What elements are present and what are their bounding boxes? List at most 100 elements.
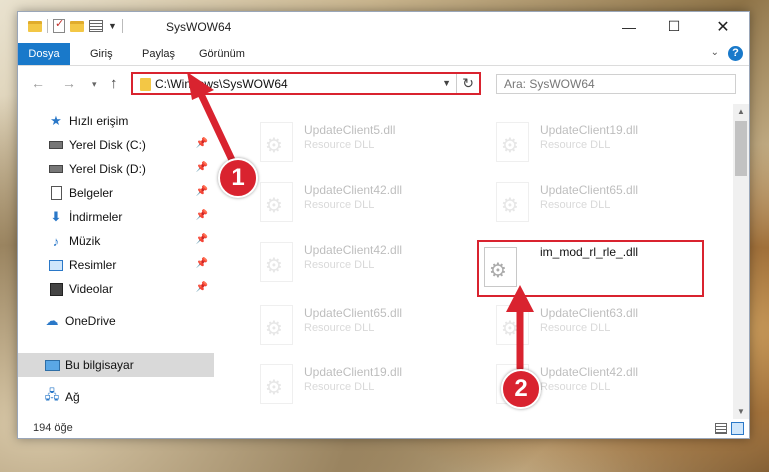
minimize-button[interactable]: —	[609, 12, 649, 41]
dll-file-icon	[260, 182, 293, 222]
search-placeholder: Ara: SysWOW64	[504, 77, 595, 91]
dll-file-icon	[496, 122, 529, 162]
view-icon[interactable]	[89, 20, 103, 32]
sidebar-item-videos[interactable]: Videolar 📌	[48, 277, 214, 301]
tab-file[interactable]: Dosya	[18, 43, 70, 65]
file-name: UpdateClient42.dll	[304, 243, 403, 257]
file-item[interactable]: UpdateClient42.dll Resource DLL	[256, 236, 476, 288]
file-name: UpdateClient19.dll	[304, 365, 403, 379]
address-bar[interactable]: C:\Windows\SysWOW64 ▼ ↻	[131, 72, 481, 95]
pin-icon[interactable]: 📌	[196, 234, 208, 245]
file-type: Resource DLL	[540, 322, 611, 334]
customize-toolbar-chevron-icon[interactable]: ▼	[108, 21, 117, 31]
pin-icon[interactable]: 📌	[196, 210, 208, 221]
pin-icon[interactable]: 📌	[196, 282, 208, 293]
large-icons-view-icon[interactable]	[731, 422, 744, 435]
file-item[interactable]: UpdateClient19.dll Resource DLL	[256, 358, 476, 410]
scrollbar-thumb[interactable]	[735, 121, 747, 176]
tab-home[interactable]: Giriş	[90, 43, 113, 65]
dll-file-icon	[260, 242, 293, 282]
file-type: Resource DLL	[540, 381, 611, 393]
star-icon: ★	[50, 113, 62, 128]
pin-icon[interactable]: 📌	[196, 162, 208, 173]
pin-icon[interactable]: 📌	[196, 258, 208, 269]
sidebar-item-label: Ağ	[65, 390, 80, 404]
status-bar: 194 öğe	[18, 419, 749, 439]
sidebar-item-label: Yerel Disk (D:)	[69, 162, 146, 176]
address-path[interactable]: C:\Windows\SysWOW64	[155, 77, 288, 91]
sidebar-item-downloads[interactable]: ⬇ İndirmeler 📌	[48, 205, 214, 229]
file-item[interactable]: UpdateClient63.dll Resource DLL	[492, 299, 712, 351]
sidebar-item-label: Hızlı erişim	[69, 114, 129, 128]
sidebar-item-label: Bu bilgisayar	[65, 358, 134, 372]
pin-icon[interactable]: 📌	[196, 186, 208, 197]
back-button[interactable]: ←	[31, 75, 45, 91]
folder-icon	[28, 20, 42, 32]
title-bar: ▼ SysWOW64 — ☐ ✕	[18, 12, 749, 43]
vertical-scrollbar[interactable]: ▲ ▼	[733, 104, 749, 419]
pictures-icon	[48, 257, 64, 273]
file-item[interactable]: UpdateClient42.dll Resource DLL	[256, 176, 476, 228]
new-folder-icon[interactable]	[70, 20, 84, 32]
sidebar-item-documents[interactable]: Belgeler 📌	[48, 181, 214, 205]
close-button[interactable]: ✕	[703, 12, 743, 41]
file-highlight-box	[477, 240, 704, 297]
dll-file-icon	[260, 122, 293, 162]
file-list: UpdateClient5.dll Resource DLL UpdateCli…	[216, 104, 733, 419]
maximize-button[interactable]: ☐	[654, 12, 694, 41]
file-item[interactable]: UpdateClient5.dll Resource DLL	[256, 116, 476, 168]
file-name: UpdateClient65.dll	[304, 306, 403, 320]
search-input[interactable]: Ara: SysWOW64	[496, 74, 736, 94]
tab-view[interactable]: Görünüm	[199, 43, 245, 65]
network-icon: 🖧	[44, 387, 60, 402]
address-history-chevron-icon[interactable]: ▼	[442, 78, 451, 88]
properties-icon[interactable]	[53, 17, 65, 33]
expand-ribbon-chevron-icon[interactable]: ⌄	[711, 47, 719, 58]
drive-icon	[48, 161, 64, 177]
navigation-bar: ← → ▾ ↑ C:\Windows\SysWOW64 ▼ ↻ Ara: Sys…	[18, 68, 749, 100]
dll-file-icon	[496, 182, 529, 222]
sidebar-item-local-disk-d[interactable]: Yerel Disk (D:) 📌	[48, 157, 214, 181]
step-2-callout: 2	[501, 369, 541, 409]
file-item[interactable]: UpdateClient65.dll Resource DLL	[256, 299, 476, 351]
sidebar-item-local-disk-c[interactable]: Yerel Disk (C:) 📌	[48, 133, 214, 157]
item-count: 194 öğe	[33, 422, 73, 434]
sidebar-item-label: Müzik	[69, 234, 101, 248]
file-name: UpdateClient63.dll	[540, 306, 639, 320]
sidebar-item-label: Resimler	[69, 258, 117, 272]
file-name: UpdateClient42.dll	[540, 365, 639, 379]
file-item[interactable]: UpdateClient19.dll Resource DLL	[492, 116, 712, 168]
sidebar-item-quick-access[interactable]: ★ Hızlı erişim	[48, 109, 214, 133]
window-title: SysWOW64	[166, 20, 232, 34]
dll-file-icon	[496, 305, 529, 345]
sidebar-item-network[interactable]: 🖧 Ağ	[44, 385, 214, 409]
details-view-icon[interactable]	[715, 423, 727, 434]
file-type: Resource DLL	[304, 381, 375, 393]
tab-share[interactable]: Paylaş	[142, 43, 175, 65]
file-type: Resource DLL	[540, 139, 611, 151]
file-type: Resource DLL	[304, 199, 375, 211]
sidebar-item-label: Belgeler	[69, 186, 114, 200]
sidebar-item-pictures[interactable]: Resimler 📌	[48, 253, 214, 277]
file-type: Resource DLL	[304, 259, 375, 271]
sidebar-item-this-pc[interactable]: Bu bilgisayar	[18, 353, 214, 377]
document-icon	[48, 185, 64, 201]
file-type: Resource DLL	[540, 199, 611, 211]
download-icon: ⬇	[50, 209, 62, 224]
help-button[interactable]: ?	[728, 46, 743, 61]
dll-file-icon	[260, 305, 293, 345]
sidebar-item-onedrive[interactable]: ☁ OneDrive	[44, 309, 214, 333]
scroll-down-icon[interactable]: ▼	[737, 407, 745, 416]
pin-icon[interactable]: 📌	[196, 138, 208, 149]
recent-locations-chevron-icon[interactable]: ▾	[92, 79, 97, 90]
refresh-button[interactable]: ↻	[462, 75, 474, 92]
up-button[interactable]: ↑	[110, 75, 118, 92]
drive-icon	[48, 137, 64, 153]
forward-button[interactable]: →	[62, 75, 76, 91]
file-item[interactable]: UpdateClient65.dll Resource DLL	[492, 176, 712, 228]
scroll-up-icon[interactable]: ▲	[737, 107, 745, 116]
file-name: UpdateClient5.dll	[304, 123, 396, 137]
sidebar-item-music[interactable]: ♪ Müzik 📌	[48, 229, 214, 253]
toolbar-divider	[121, 19, 123, 33]
computer-icon	[44, 357, 60, 373]
